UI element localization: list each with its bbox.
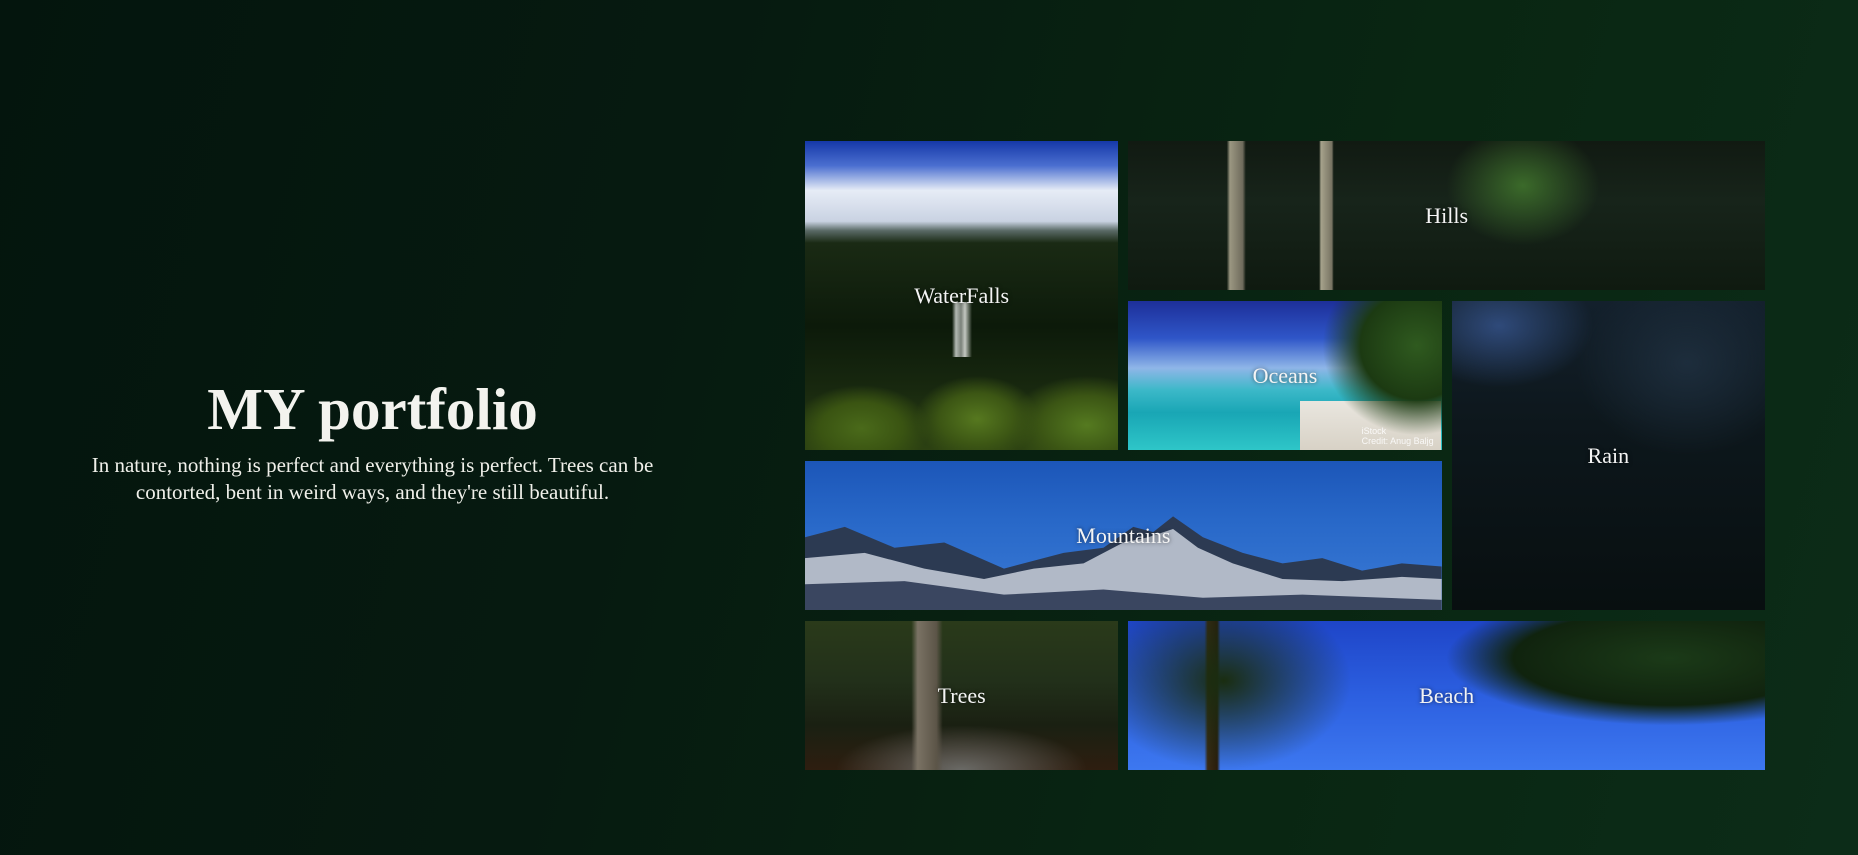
gallery-tile-waterfalls[interactable]: WaterFalls (805, 141, 1119, 450)
intro-description: In nature, nothing is perfect and everyt… (91, 453, 654, 504)
gallery-tile-mountains[interactable]: Mountains (805, 461, 1442, 610)
tile-label: Beach (1419, 682, 1475, 708)
gallery-tile-beach[interactable]: Beach (1128, 621, 1765, 770)
tile-label: Oceans (1252, 362, 1318, 388)
mountain-range-shape (805, 516, 1442, 610)
tile-label: WaterFalls (914, 282, 1010, 308)
gallery-tile-oceans[interactable]: Oceans (1128, 301, 1442, 450)
tile-label: Trees (937, 682, 986, 708)
intro-section: MY portfolio In nature, nothing is perfe… (80, 370, 665, 506)
tile-label: Rain (1587, 442, 1630, 468)
gallery-tile-trees[interactable]: Trees (805, 621, 1119, 770)
page-title: MY portfolio (207, 376, 538, 442)
tile-label: Hills (1425, 202, 1469, 228)
gallery-tile-hills[interactable]: Hills (1128, 141, 1765, 290)
tile-label: Mountains (1076, 522, 1171, 548)
gallery-tile-rain[interactable]: Rain (1451, 301, 1765, 610)
photo-gallery: WaterFalls Hills Oceans Rain Mountains T… (805, 141, 1765, 772)
